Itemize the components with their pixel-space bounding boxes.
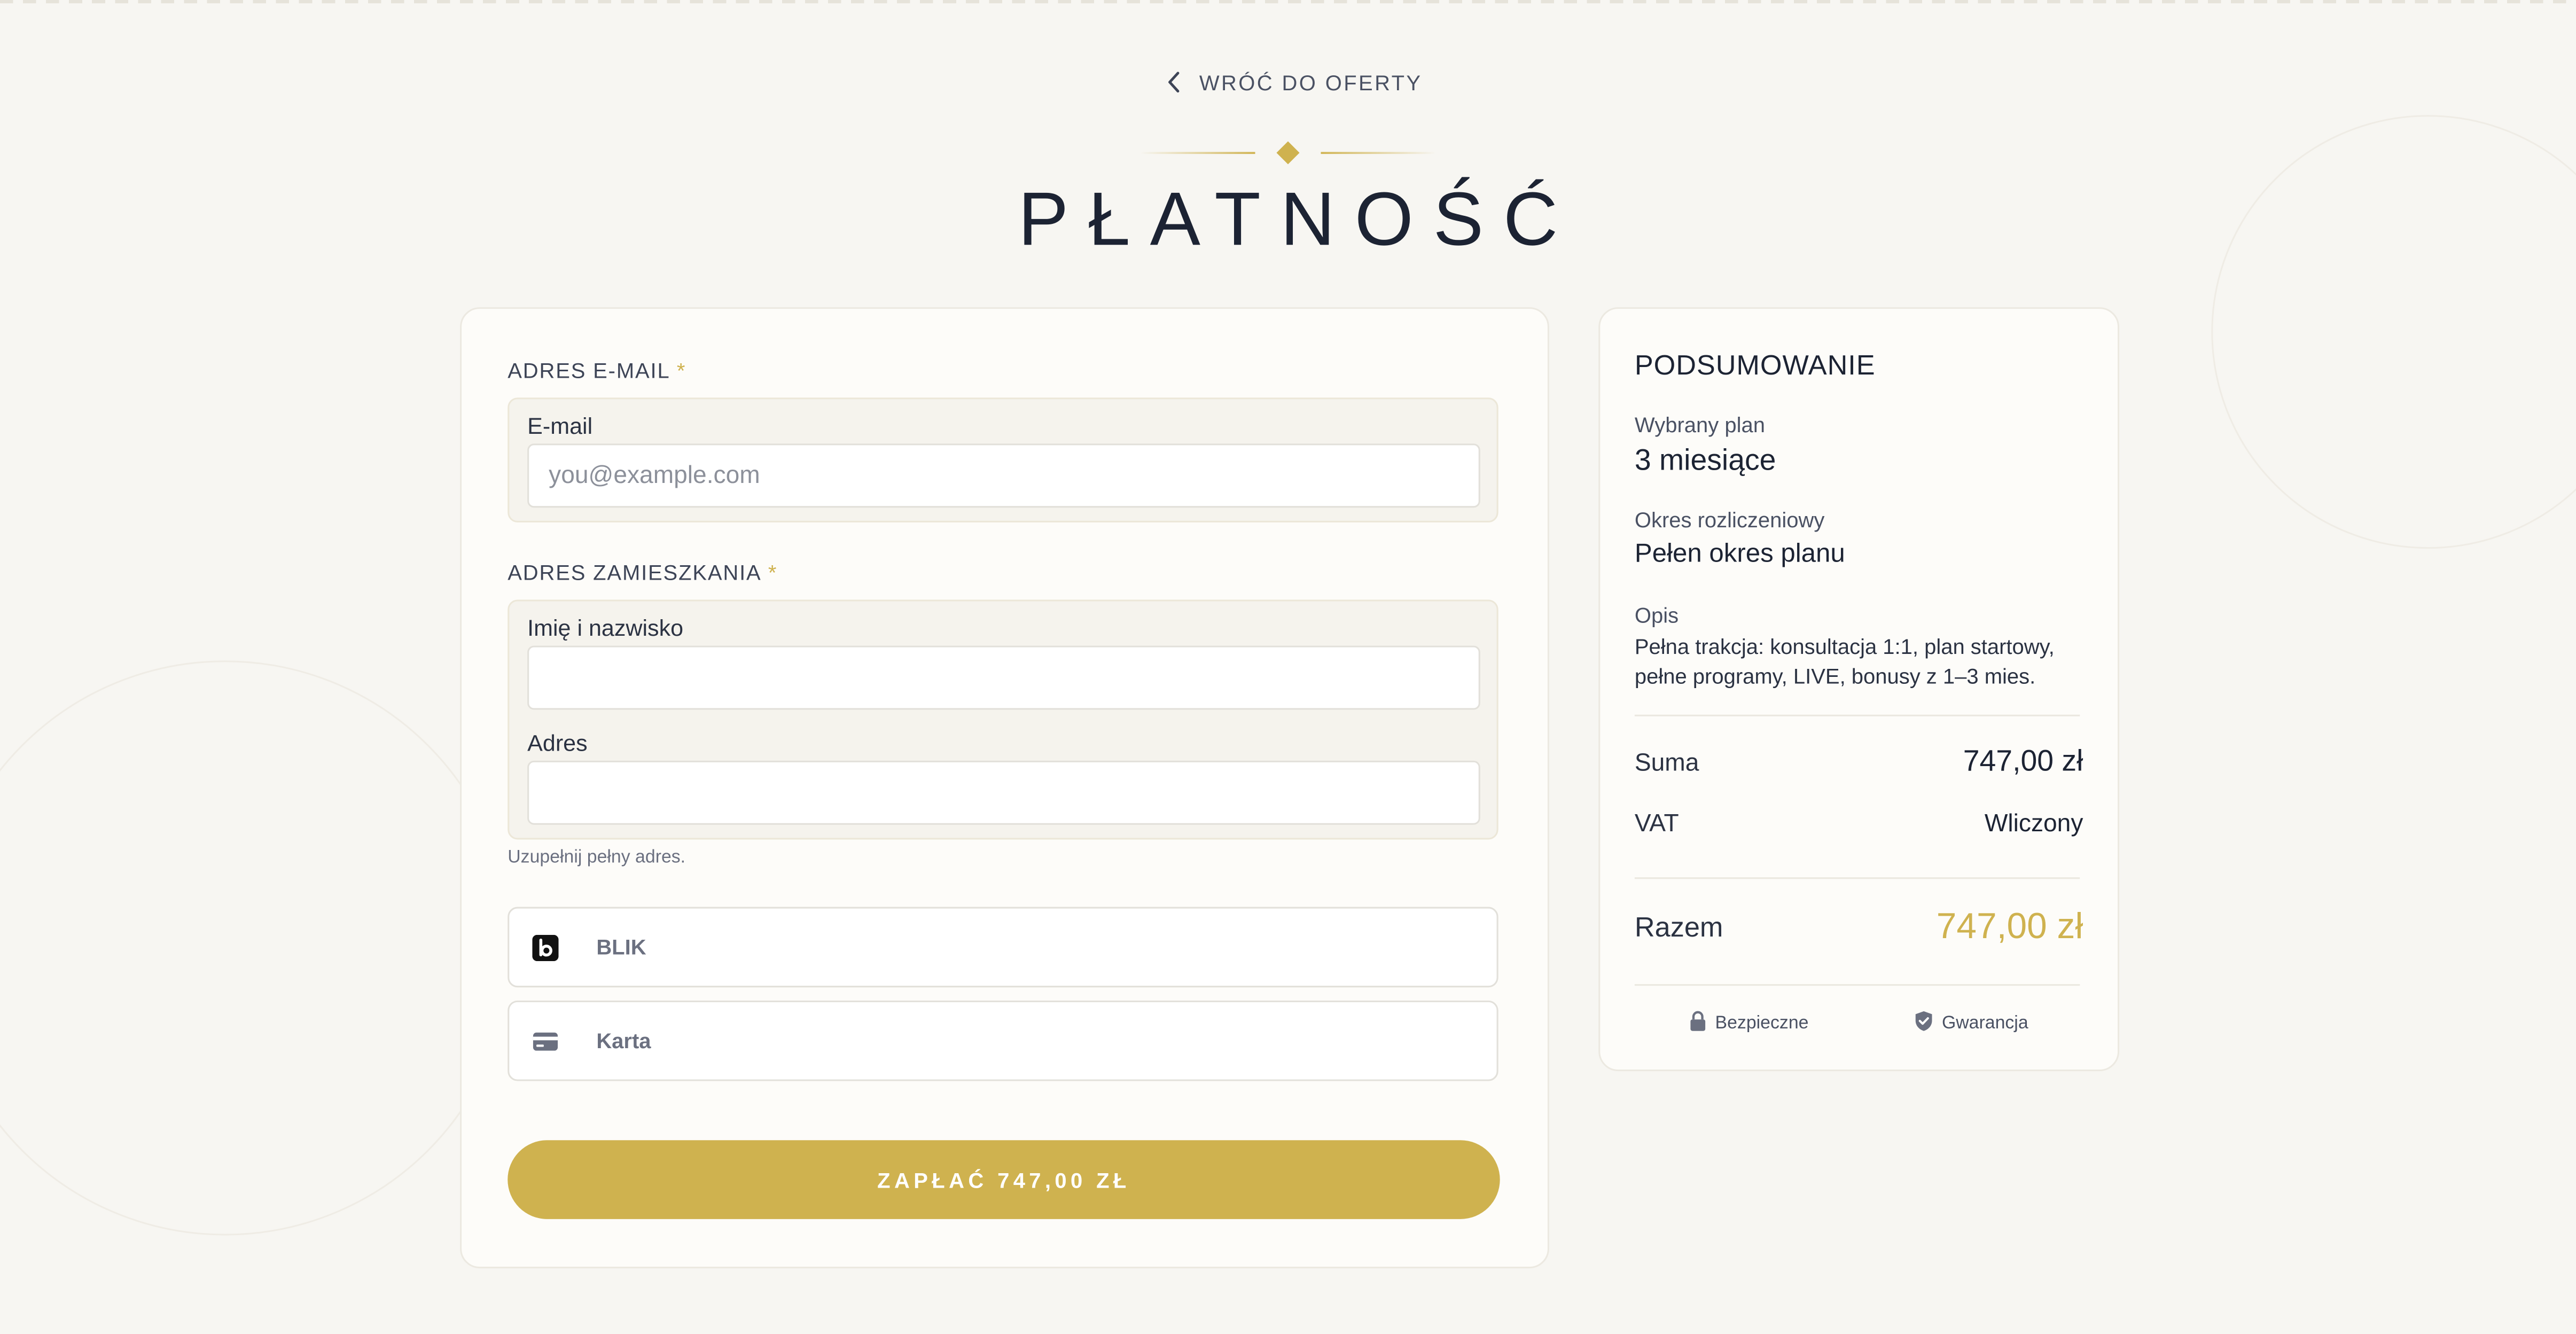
vat-label: VAT xyxy=(1634,810,1679,838)
checkout-page: WRÓĆ DO OFERTY PŁATNOŚĆ ADRES E-MAIL * E-… xyxy=(0,0,2576,1334)
total-label: Razem xyxy=(1634,911,1723,943)
divider xyxy=(1634,714,2080,716)
sum-label: Suma xyxy=(1634,749,1699,777)
address-hint: Uzupełnij pełny adres. xyxy=(508,847,686,868)
billing-period-label: Okres rozliczeniowy xyxy=(1634,508,1825,533)
email-field-label: E-mail xyxy=(527,412,593,439)
background-circle-decoration xyxy=(0,660,513,1236)
top-border-decoration xyxy=(0,0,2576,4)
back-to-offer-link[interactable]: WRÓĆ DO OFERTY xyxy=(1166,66,1422,99)
address-section-label: ADRES ZAMIESZKANIA * xyxy=(508,560,777,585)
plan-label: Wybrany plan xyxy=(1634,412,1765,438)
trust-badge-guarantee: Gwarancja xyxy=(1914,1010,2028,1036)
title-ornament xyxy=(1140,141,1436,165)
required-asterisk: * xyxy=(676,358,686,383)
plan-description: Pełna trakcja: konsultacja 1:1, plan sta… xyxy=(1634,634,2055,689)
divider xyxy=(1634,877,2080,879)
email-field-group: E-mail xyxy=(508,397,1498,522)
shield-check-icon xyxy=(1914,1010,1934,1036)
blik-icon xyxy=(532,934,559,962)
email-section-label: ADRES E-MAIL * xyxy=(508,358,686,383)
divider xyxy=(1634,984,2080,986)
payment-option-blik[interactable]: BLIK xyxy=(508,907,1498,988)
billing-period-value: Pełen okres planu xyxy=(1634,540,1845,569)
address-field-label: Adres xyxy=(527,729,588,756)
pay-button[interactable]: ZAPŁAĆ 747,00 ZŁ xyxy=(508,1140,1500,1219)
back-link-label: WRÓĆ DO OFERTY xyxy=(1199,69,1423,95)
page-title: PŁATNOŚĆ xyxy=(1018,176,1578,261)
full-name-field-label: Imię i nazwisko xyxy=(527,614,684,641)
payment-option-label: BLIK xyxy=(596,934,646,959)
full-name-input[interactable] xyxy=(527,645,1480,710)
email-section-title: ADRES E-MAIL xyxy=(508,358,670,383)
trust-badge-secure: Bezpieczne xyxy=(1689,1010,1808,1036)
plan-value: 3 miesiące xyxy=(1634,443,1776,477)
address-field-group: Imię i nazwisko Adres xyxy=(508,599,1498,840)
address-section-title: ADRES ZAMIESZKANIA xyxy=(508,560,762,585)
email-input[interactable] xyxy=(527,443,1480,508)
address-input[interactable] xyxy=(527,760,1480,825)
credit-card-icon xyxy=(532,1028,558,1055)
sum-value: 747,00 zł xyxy=(1963,744,2083,777)
lock-icon xyxy=(1689,1010,1707,1036)
chevron-left-icon xyxy=(1166,71,1183,93)
order-summary-card: PODSUMOWANIE Wybrany plan 3 miesiące Okr… xyxy=(1598,307,2120,1072)
vat-value: Wliczony xyxy=(1984,810,2083,838)
payment-option-label: Karta xyxy=(596,1028,651,1054)
trust-badge-label: Bezpieczne xyxy=(1715,1013,1809,1034)
payment-option-card[interactable]: Karta xyxy=(508,1000,1498,1081)
trust-badge-label: Gwarancja xyxy=(1941,1013,2028,1034)
total-value: 747,00 zł xyxy=(1936,905,2083,947)
summary-heading: PODSUMOWANIE xyxy=(1634,350,1876,381)
checkout-form-card: ADRES E-MAIL* E-mail ADRES ZAMIESZKANIA*… xyxy=(460,307,1549,1269)
required-asterisk: * xyxy=(768,560,778,585)
description-label: Opis xyxy=(1634,603,1679,628)
